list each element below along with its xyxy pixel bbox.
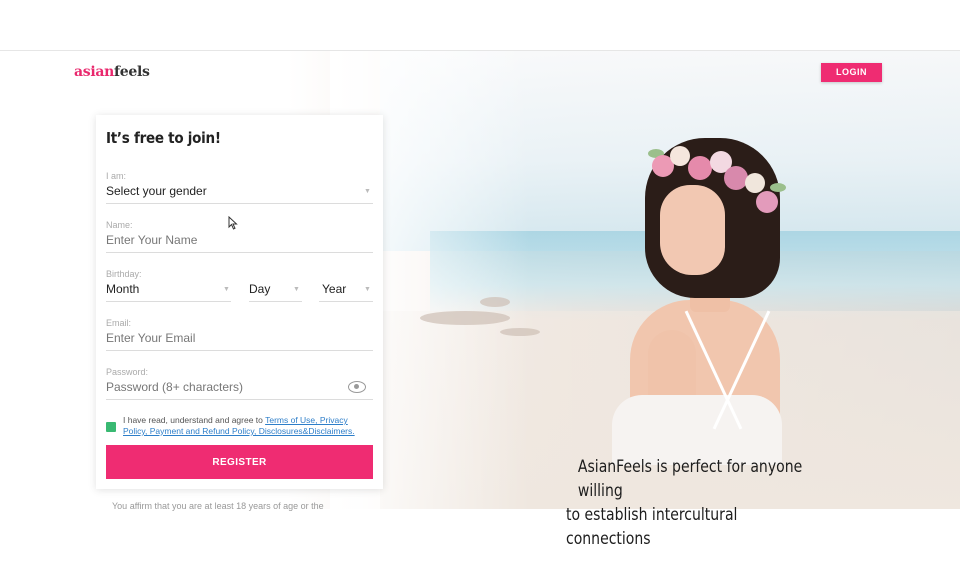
woman-face <box>660 185 725 275</box>
rock <box>500 328 540 336</box>
terms-text: I have read, understand and agree to Ter… <box>123 415 373 437</box>
gender-underline <box>106 203 373 204</box>
name-label: Name: <box>106 220 133 230</box>
signup-form: It’s free to join! I am: Select your gen… <box>96 115 383 489</box>
rock <box>420 311 510 325</box>
gender-label: I am: <box>106 171 127 181</box>
age-affirmation: You affirm that you are at least 18 year… <box>112 501 324 511</box>
site-logo[interactable]: asianfeels <box>74 64 150 80</box>
name-input[interactable]: Enter Your Name <box>106 233 197 247</box>
password-label: Password: <box>106 367 149 377</box>
flower <box>756 191 778 213</box>
birth-year-select[interactable]: Year <box>322 282 346 296</box>
chevron-down-icon: ▼ <box>293 286 300 293</box>
login-button[interactable]: LOGIN <box>821 63 882 82</box>
name-underline <box>106 252 373 253</box>
password-input[interactable]: Password (8+ characters) <box>106 380 243 394</box>
rock <box>480 297 510 307</box>
flower <box>688 156 712 180</box>
day-underline <box>249 301 302 302</box>
password-underline <box>106 399 373 400</box>
chevron-down-icon: ▼ <box>364 188 371 195</box>
logo-part1: asian <box>74 64 115 80</box>
gender-select[interactable]: Select your gender <box>106 184 207 198</box>
birth-month-select[interactable]: Month <box>106 282 139 296</box>
tagline-line1: AsianFeels is perfect for anyone willing <box>577 457 803 500</box>
leaf <box>770 183 786 192</box>
flower <box>745 173 765 193</box>
year-underline <box>319 301 373 302</box>
logo-part2: feels <box>114 64 150 80</box>
form-title: It’s free to join! <box>106 129 221 147</box>
register-button[interactable]: REGISTER <box>106 445 373 479</box>
terms-checkbox[interactable] <box>106 422 116 432</box>
email-underline <box>106 350 373 351</box>
birth-day-select[interactable]: Day <box>249 282 270 296</box>
email-input[interactable]: Enter Your Email <box>106 331 195 345</box>
eye-icon[interactable] <box>348 381 366 393</box>
flower <box>670 146 690 166</box>
birthday-label: Birthday: <box>106 269 142 279</box>
email-label: Email: <box>106 318 132 328</box>
chevron-down-icon: ▼ <box>364 286 371 293</box>
chevron-down-icon: ▼ <box>223 286 230 293</box>
hero-tagline: AsianFeels is perfect for anyone willing… <box>566 455 821 551</box>
flower <box>724 166 748 190</box>
tagline-line2: to establish intercultural connections <box>566 505 738 548</box>
terms-lead: I have read, understand and agree to <box>123 415 266 425</box>
month-underline <box>106 301 231 302</box>
